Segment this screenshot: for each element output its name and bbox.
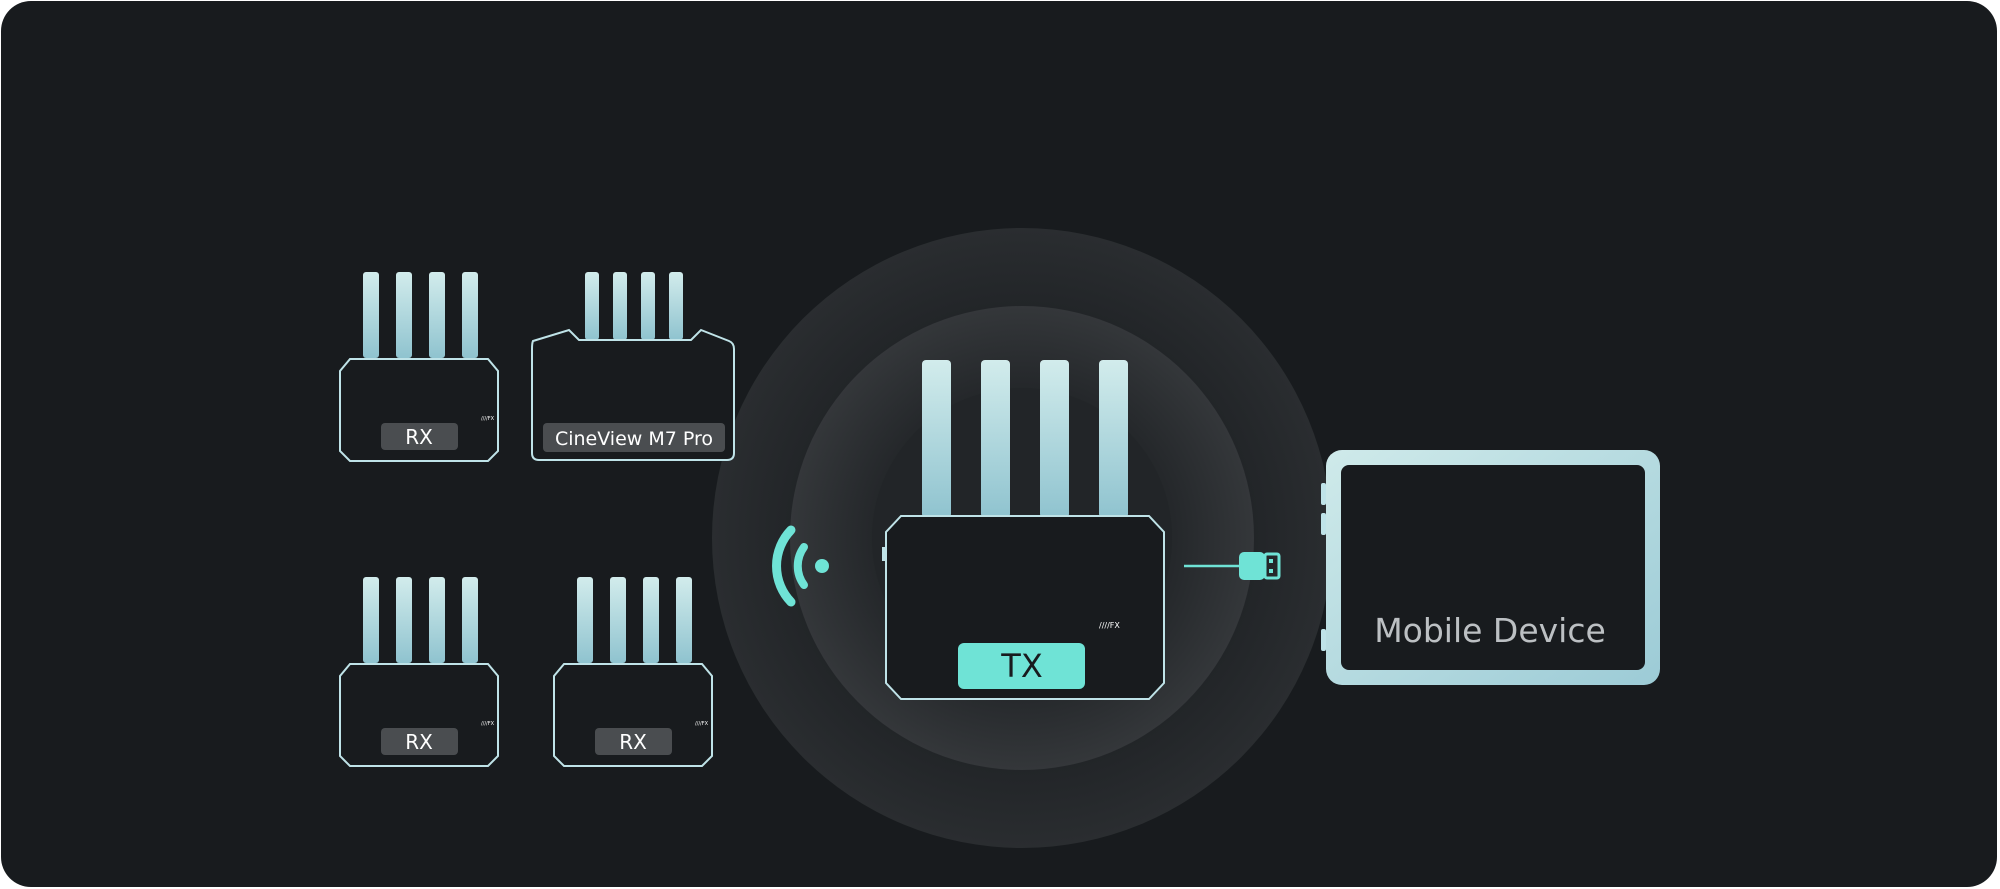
- tx-label: TX: [1000, 647, 1042, 685]
- mobile-label: Mobile Device: [1374, 611, 1606, 650]
- rx-device-bottom-right: RX ////FX: [553, 577, 713, 767]
- mobile-side-button: [1321, 513, 1326, 535]
- mobile-side-button: [1321, 483, 1326, 505]
- brand-mark: ////FX: [481, 416, 495, 422]
- rx-antennas: [363, 272, 478, 358]
- rx-device-top-left: RX ////FX: [339, 272, 499, 462]
- mobile-side-button: [1321, 629, 1326, 651]
- mobile-device: Mobile Device: [1321, 450, 1660, 685]
- monitor-antennas: [585, 272, 683, 340]
- monitor-label: CineView M7 Pro: [555, 428, 713, 450]
- rx-antennas: [577, 577, 692, 663]
- rx-label: RX: [405, 425, 433, 449]
- brand-mark: ////FX: [695, 721, 709, 727]
- monitor-device: CineView M7 Pro: [531, 272, 735, 461]
- rx-label: RX: [405, 730, 433, 754]
- diagram-panel: RX ////FX CineView M7 Pro RX ////FX RX /…: [1, 1, 1997, 887]
- diagram-canvas: RX ////FX CineView M7 Pro RX ////FX RX /…: [339, 228, 1660, 848]
- rx-label: RX: [619, 730, 647, 754]
- brand-mark: ////FX: [1099, 621, 1120, 630]
- rx-antennas: [363, 577, 478, 663]
- rx-device-bottom-left: RX ////FX: [339, 577, 499, 767]
- tx-side-port: [882, 547, 886, 561]
- brand-mark: ////FX: [481, 721, 495, 727]
